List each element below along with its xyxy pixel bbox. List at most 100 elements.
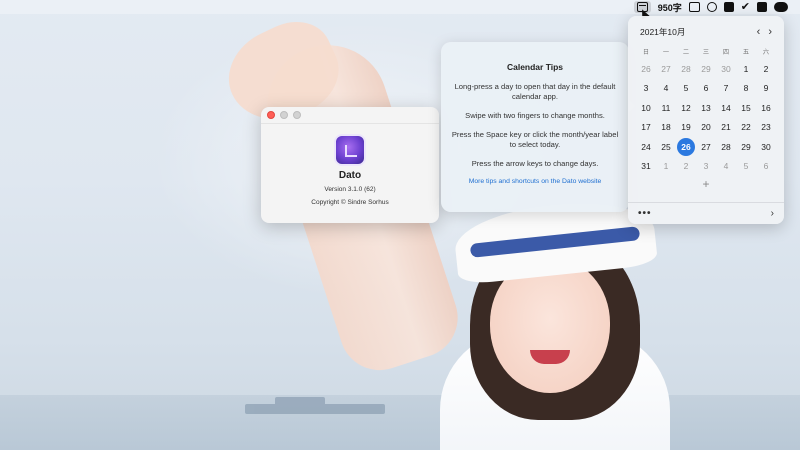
calendar-day[interactable]: 25 xyxy=(656,137,676,157)
weekday-label: 日 xyxy=(642,49,650,56)
menu-bar: 950字 ✔ xyxy=(0,0,800,14)
calendar-day[interactable]: 21 xyxy=(716,118,736,138)
calendar-day[interactable]: 16 xyxy=(756,98,776,118)
calendar-day[interactable]: 15 xyxy=(736,98,756,118)
month-year-label[interactable]: 2021年10月 xyxy=(636,26,685,38)
calendar-day[interactable]: 29 xyxy=(736,137,756,157)
wechat-icon xyxy=(774,2,788,12)
calendar-day[interactable]: 29 xyxy=(696,59,716,79)
calendar-day[interactable]: 17 xyxy=(636,118,656,138)
calendar-day-number: 21 xyxy=(721,122,731,133)
calendar-day[interactable]: 28 xyxy=(716,137,736,157)
chevron-right-icon[interactable]: › xyxy=(771,208,774,219)
calendar-day[interactable]: 1 xyxy=(656,157,676,177)
tip-line: Press the arrow keys to change days. xyxy=(471,159,599,168)
grid-menubar-item[interactable] xyxy=(723,1,734,13)
weekday-label: 三 xyxy=(702,49,710,56)
shield-menubar-item[interactable] xyxy=(757,1,767,13)
tip-line: Press the Space key or click the month/y… xyxy=(451,130,619,149)
screen-icon xyxy=(688,2,700,12)
calendar-day-number: 25 xyxy=(661,141,671,152)
calendar-day[interactable]: 30 xyxy=(716,59,736,79)
calendar-day[interactable]: 6 xyxy=(756,157,776,177)
calendar-day[interactable]: 18 xyxy=(656,118,676,138)
calendar-day[interactable]: 7 xyxy=(716,79,736,99)
calendar-day[interactable]: 23 xyxy=(756,118,776,138)
window-titlebar[interactable] xyxy=(261,107,439,124)
calendar-day[interactable]: 13 xyxy=(696,98,716,118)
shield-icon xyxy=(757,2,767,12)
zoom-button[interactable] xyxy=(293,111,301,119)
app-name: Dato xyxy=(338,170,362,181)
calendar-day[interactable]: 12 xyxy=(676,98,696,118)
calendar-day-grid: 26 27 28 29 30 1 2 3 4 5 6 7 8 9 10 11 12 13 14 15 16 17 18 19 2… xyxy=(636,59,776,176)
wechat-menubar-item[interactable] xyxy=(774,1,788,13)
calendar-footer: ••• › xyxy=(628,202,784,224)
calendar-day[interactable]: 26 xyxy=(636,59,656,79)
calendar-day[interactable]: 5 xyxy=(676,79,696,99)
calendar-day-number: 26 xyxy=(677,137,695,156)
calendar-day-number: 1 xyxy=(663,161,669,172)
screen-menubar-item[interactable] xyxy=(688,1,700,13)
calendar-day[interactable]: 30 xyxy=(756,137,776,157)
dato-website-link[interactable]: More tips and shortcuts on the Dato webs… xyxy=(451,178,619,185)
calendar-day-number: 4 xyxy=(663,83,669,94)
calendar-day-number: 15 xyxy=(741,102,751,113)
calendar-day[interactable]: 20 xyxy=(696,118,716,138)
calendar-day[interactable]: 19 xyxy=(676,118,696,138)
weekday-label: 二 xyxy=(682,49,690,56)
bird-menubar-item[interactable]: ✔ xyxy=(741,1,750,13)
weekday-label: 五 xyxy=(742,49,750,56)
calendar-day-number: 18 xyxy=(661,122,671,133)
calendar-day[interactable]: 11 xyxy=(656,98,676,118)
calendar-day[interactable]: 8 xyxy=(736,79,756,99)
calendar-day[interactable]: 2 xyxy=(756,59,776,79)
close-button[interactable] xyxy=(267,111,275,119)
calendar-day-number: 30 xyxy=(761,141,771,152)
calendar-day-number: 24 xyxy=(641,141,651,152)
minimize-button[interactable] xyxy=(280,111,288,119)
calendar-day[interactable]: 5 xyxy=(736,157,756,177)
calendar-day-number: 4 xyxy=(723,161,729,172)
calendar-day[interactable]: 3 xyxy=(636,79,656,99)
word-counter-item[interactable]: 950字 xyxy=(658,1,682,13)
calendar-day-number: 19 xyxy=(681,122,691,133)
calendar-day-today[interactable]: 26 xyxy=(676,137,696,157)
next-month-button[interactable]: › xyxy=(768,26,772,38)
calendar-day[interactable]: 28 xyxy=(676,59,696,79)
calendar-day[interactable]: 4 xyxy=(656,79,676,99)
calendar-day[interactable]: 31 xyxy=(636,157,656,177)
grid-icon xyxy=(723,2,734,12)
calendar-day-number: 2 xyxy=(763,63,769,74)
calendar-day[interactable]: 4 xyxy=(716,157,736,177)
calendar-day-number: 12 xyxy=(681,102,691,113)
calendar-day[interactable]: 27 xyxy=(696,137,716,157)
calendar-day[interactable]: 2 xyxy=(676,157,696,177)
month-navigation: ‹ › xyxy=(757,26,776,38)
calendar-day[interactable]: 1 xyxy=(736,59,756,79)
add-event-button[interactable]: + xyxy=(636,177,776,191)
calendar-day-number: 31 xyxy=(641,161,651,172)
calendar-day[interactable]: 9 xyxy=(756,79,776,99)
calendar-day[interactable]: 22 xyxy=(736,118,756,138)
calendar-day[interactable]: 24 xyxy=(636,137,656,157)
calendar-day-number: 13 xyxy=(701,102,711,113)
clock-menubar-item[interactable] xyxy=(706,1,717,13)
calendar-day-number: 3 xyxy=(643,83,649,94)
calendar-day-number: 20 xyxy=(701,122,711,133)
calendar-day-number: 7 xyxy=(723,83,729,94)
calendar-day[interactable]: 10 xyxy=(636,98,656,118)
calendar-day[interactable]: 27 xyxy=(656,59,676,79)
calendar-day-number: 5 xyxy=(743,161,749,172)
calendar-day[interactable]: 6 xyxy=(696,79,716,99)
more-options-button[interactable]: ••• xyxy=(638,208,652,219)
calendar-day-number: 28 xyxy=(681,63,691,74)
calendar-day[interactable]: 14 xyxy=(716,98,736,118)
calendar-day-number: 16 xyxy=(761,102,771,113)
clock-icon xyxy=(706,2,717,12)
calendar-day-number: 14 xyxy=(721,102,731,113)
calendar-day[interactable]: 3 xyxy=(696,157,716,177)
bird-icon: ✔ xyxy=(740,1,750,13)
calendar-day-number: 8 xyxy=(743,83,749,94)
previous-month-button[interactable]: ‹ xyxy=(757,26,761,38)
